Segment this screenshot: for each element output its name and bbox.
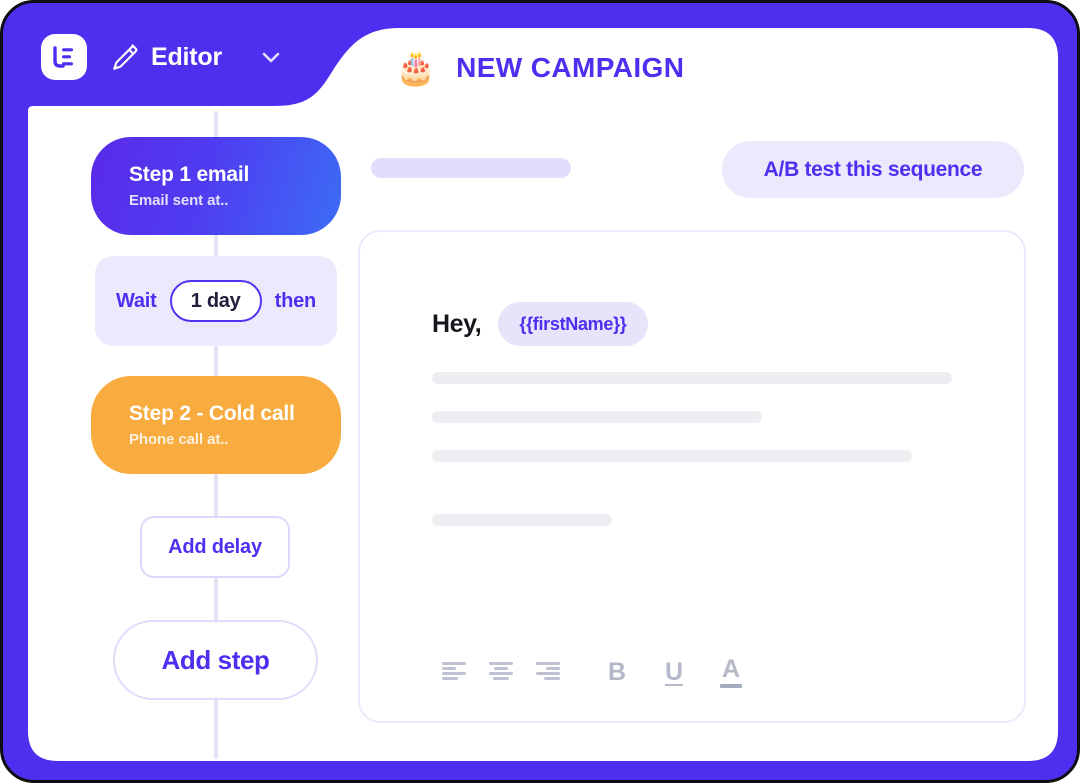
editor-tab-label: Editor: [151, 42, 223, 71]
merge-tag-firstname[interactable]: {{firstName}}: [498, 302, 648, 346]
sequence-step-cold-call[interactable]: Step 2 - Cold call Phone call at..: [91, 376, 341, 474]
underline-icon[interactable]: U: [652, 652, 696, 692]
chevron-down-icon[interactable]: [258, 44, 284, 70]
body-placeholder-line: [432, 372, 952, 384]
app-window-frame: Editor 🎂 NEW CAMPAIGN Step 1 email Email…: [0, 0, 1080, 783]
align-center-icon[interactable]: [479, 652, 523, 692]
email-editor-pane: A/B test this sequence Hey, {{firstName}…: [353, 111, 1058, 761]
step-subtitle: Phone call at..: [129, 431, 229, 448]
editor-tab[interactable]: Editor: [3, 3, 343, 111]
bold-icon-glyph: B: [607, 657, 627, 686]
wait-duration-input[interactable]: 1 day: [169, 280, 262, 322]
email-greeting-row: Hey, {{firstName}}: [432, 302, 648, 346]
page-title: NEW CAMPAIGN: [456, 51, 685, 83]
align-right-icon[interactable]: [526, 652, 570, 692]
subject-placeholder-bar: [371, 158, 571, 178]
email-greeting-text: Hey,: [432, 309, 482, 338]
step-title: Step 2 - Cold call: [129, 402, 295, 425]
text-color-letter: A: [721, 654, 741, 683]
add-step-button[interactable]: Add step: [113, 620, 318, 700]
campaign-title-row: 🎂 NEW CAMPAIGN: [395, 51, 684, 84]
body-placeholder-line: [432, 450, 912, 462]
wait-suffix-label: then: [274, 289, 317, 312]
text-color-glyph: A: [720, 654, 742, 688]
add-delay-button[interactable]: Add delay: [140, 516, 290, 578]
ab-test-button[interactable]: A/B test this sequence: [722, 141, 1024, 198]
step-title: Step 1 email: [129, 163, 250, 186]
le-monogram-logo-icon: [53, 46, 73, 68]
text-color-icon[interactable]: A: [709, 652, 753, 692]
pencil-icon: [113, 44, 138, 70]
body-placeholder-line: [432, 514, 612, 526]
sequence-step-email[interactable]: Step 1 email Email sent at..: [91, 137, 341, 235]
step-subtitle: Email sent at..: [129, 192, 229, 209]
format-toolbar: BUA: [432, 652, 756, 692]
app-logo-badge: [41, 34, 87, 80]
sequence-builder: Step 1 email Email sent at.. Wait 1 day …: [28, 111, 353, 761]
birthday-cake-icon: 🎂: [395, 49, 437, 86]
sequence-wait-block[interactable]: Wait 1 day then: [95, 256, 337, 346]
body-placeholder-line: [432, 411, 762, 423]
text-color-swatch: [720, 683, 742, 688]
wait-prefix-label: Wait: [115, 289, 157, 312]
email-body-placeholder: [432, 372, 952, 526]
bold-icon[interactable]: B: [595, 652, 639, 692]
underline-icon-glyph: U: [664, 657, 684, 686]
email-editor-card[interactable]: Hey, {{firstName}} B U A: [358, 230, 1026, 723]
align-left-icon[interactable]: [432, 652, 476, 692]
